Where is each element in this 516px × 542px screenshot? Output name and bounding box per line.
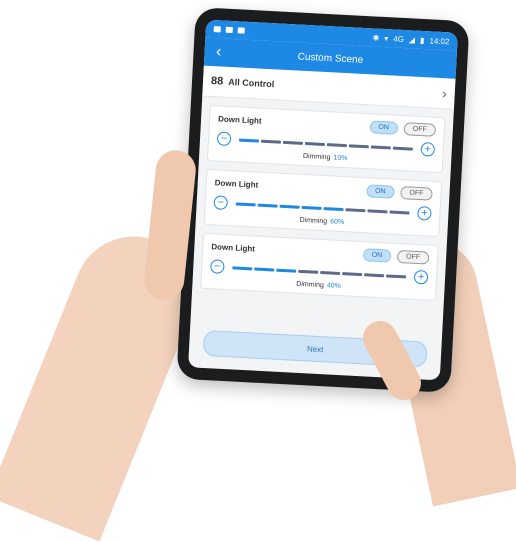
slider-segment [282, 140, 304, 145]
network-type: 4G [393, 33, 405, 44]
slider-segment [238, 138, 260, 143]
slider-segment [301, 205, 322, 210]
wifi-icon: ▾ [384, 33, 389, 43]
notification-icon [213, 26, 221, 33]
dimming-value: 10% [333, 154, 348, 163]
slider-segment [235, 201, 256, 206]
back-button[interactable]: ‹ [204, 38, 233, 67]
off-button[interactable]: OFF [396, 249, 430, 265]
on-button[interactable]: ON [365, 184, 395, 199]
on-button[interactable]: ON [362, 248, 392, 263]
app-screen: ✱ ▾ 4G ◢ ▮ 14:02 ‹ Custom Scene 88 All C… [188, 19, 458, 381]
battery-icon: ▮ [419, 35, 425, 45]
grid-icon: 88 [210, 74, 224, 88]
slider-segment [276, 268, 297, 273]
on-button[interactable]: ON [369, 120, 399, 135]
minus-icon[interactable]: − [213, 195, 229, 211]
dimming-value: 60% [329, 218, 345, 227]
off-button[interactable]: OFF [400, 186, 433, 201]
slider-segment [348, 143, 369, 148]
slider-segment [392, 146, 413, 151]
dimming-label: Dimming [296, 280, 324, 290]
signal-icon: ◢ [408, 34, 416, 45]
notification-icon [237, 27, 245, 34]
slider-segment [257, 203, 278, 208]
clock: 14:02 [429, 35, 450, 46]
slider-segment [326, 142, 347, 147]
slider-segment [304, 141, 326, 146]
slider-segment [367, 208, 388, 213]
dimming-value: 40% [326, 282, 341, 291]
light-card: Down Light ON OFF − + Dimming 40% [200, 232, 439, 302]
minus-icon[interactable]: − [216, 131, 232, 147]
tablet-device: ✱ ▾ 4G ◢ ▮ 14:02 ‹ Custom Scene 88 All C… [176, 7, 470, 393]
chevron-right-icon: › [441, 85, 448, 102]
slider-segment [320, 270, 341, 275]
plus-icon[interactable]: + [417, 205, 432, 221]
slider-segment [323, 206, 344, 211]
minus-icon[interactable]: − [210, 259, 225, 274]
light-title: Down Light [214, 178, 259, 190]
slider-segment [345, 207, 366, 212]
bluetooth-icon: ✱ [372, 32, 380, 43]
light-title: Down Light [217, 114, 262, 126]
light-title: Down Light [211, 242, 256, 254]
slider-segment [364, 272, 385, 277]
light-card: Down Light ON OFF − + Dimming 10% [206, 104, 446, 174]
dimming-slider[interactable] [232, 265, 407, 278]
chevron-left-icon: ‹ [215, 43, 222, 61]
slider-segment [298, 269, 319, 274]
slider-segment [260, 139, 282, 144]
slider-segment [279, 204, 300, 209]
page-title: Custom Scene [297, 50, 364, 66]
light-card: Down Light ON OFF − + Dimming 60% [203, 168, 443, 238]
slider-segment [370, 144, 391, 149]
dimming-label: Dimming [299, 216, 328, 226]
off-button[interactable]: OFF [403, 122, 437, 137]
all-control-label: All Control [228, 76, 275, 90]
plus-icon[interactable]: + [413, 269, 429, 285]
slider-segment [232, 265, 253, 270]
dimming-slider[interactable] [238, 138, 413, 151]
dimming-slider[interactable] [235, 201, 410, 215]
slider-segment [386, 273, 407, 278]
dimming-label: Dimming [302, 152, 331, 162]
notification-icon [225, 26, 233, 34]
slider-segment [254, 267, 275, 272]
slider-segment [389, 209, 410, 215]
slider-segment [342, 271, 363, 276]
plus-icon[interactable]: + [420, 142, 436, 157]
